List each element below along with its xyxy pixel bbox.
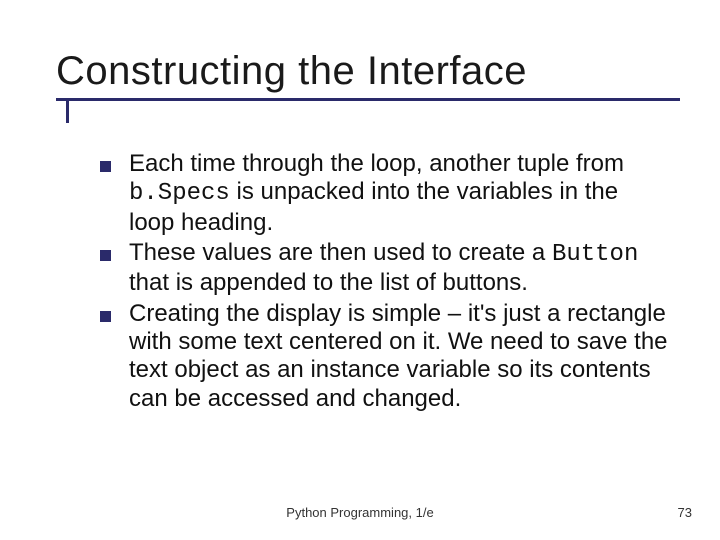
list-item: Each time through the loop, another tupl… (100, 150, 670, 237)
square-bullet-icon (100, 161, 111, 172)
code-segment: b.Specs (129, 180, 230, 207)
slide-title: Constructing the Interface (56, 50, 680, 92)
bullet-text: These values are then used to create a B… (129, 239, 670, 298)
slide: Constructing the Interface Each time thr… (0, 0, 720, 540)
text-segment: that is appended to the list of buttons. (129, 269, 528, 296)
footer-text: Python Programming, 1/e (0, 505, 720, 520)
text-segment: These values are then used to create a (129, 239, 552, 266)
body-area: Each time through the loop, another tupl… (100, 150, 670, 417)
text-segment: Each time through the loop, another tupl… (129, 150, 624, 177)
code-segment: Button (552, 241, 638, 268)
title-tick (66, 101, 69, 123)
bullet-text: Creating the display is simple – it's ju… (129, 300, 670, 415)
title-area: Constructing the Interface (56, 50, 680, 123)
text-segment: Creating the display is simple – it's ju… (129, 300, 668, 412)
list-item: Creating the display is simple – it's ju… (100, 300, 670, 415)
page-number: 73 (678, 505, 692, 520)
title-underline (56, 98, 680, 101)
list-item: These values are then used to create a B… (100, 239, 670, 298)
bullet-text: Each time through the loop, another tupl… (129, 150, 670, 237)
square-bullet-icon (100, 311, 111, 322)
square-bullet-icon (100, 250, 111, 261)
